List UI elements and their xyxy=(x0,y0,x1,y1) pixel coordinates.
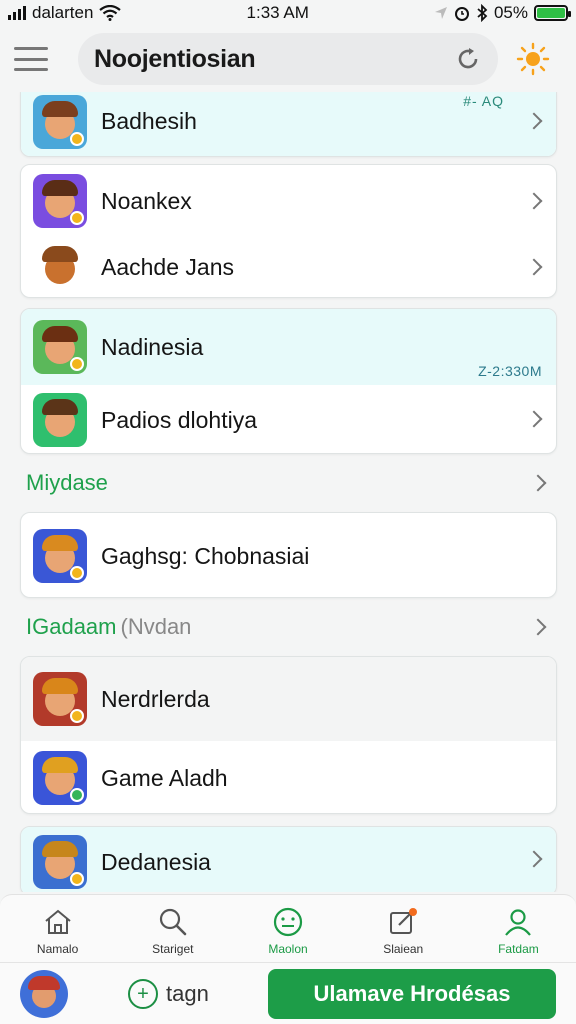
item-label: Badhesih xyxy=(101,108,197,134)
search-bar[interactable]: Noojentiosian xyxy=(78,33,498,85)
menu-icon[interactable] xyxy=(14,47,48,71)
item-label: Noankex xyxy=(101,187,192,214)
item-label: Nerdrlerda xyxy=(101,685,210,712)
section-subtitle: (Nvdan xyxy=(120,614,192,639)
tab-home[interactable]: Namalo xyxy=(0,895,115,962)
game-avatar-icon xyxy=(33,529,87,583)
profile-icon xyxy=(505,909,532,936)
primary-cta-button[interactable]: Ulamave Hrodésas xyxy=(268,968,556,1019)
item-label: Gaghsg: Chobnasiai xyxy=(101,542,310,569)
tag-label: tagn xyxy=(166,980,209,1006)
section-header[interactable]: Miydase xyxy=(26,468,556,498)
search-icon xyxy=(159,908,187,936)
list-card: Badhesih #- AQ xyxy=(20,92,557,157)
app-header: Noojentiosian xyxy=(0,28,576,90)
user-avatar[interactable] xyxy=(20,969,68,1018)
tab-profile[interactable]: Fatdam xyxy=(461,895,576,962)
game-avatar-icon xyxy=(33,835,87,889)
battery-icon xyxy=(534,5,571,21)
list-card: Dedanesia xyxy=(20,826,557,892)
edit-icon xyxy=(390,908,418,934)
game-avatar-icon xyxy=(33,393,87,447)
list-card: Nadinesia Z-2:330M Padios dlohtiya xyxy=(20,308,557,454)
sun-icon[interactable] xyxy=(516,42,550,76)
item-meta: #- AQ xyxy=(463,93,504,109)
bottom-action-bar: + tagn Ulamave Hrodésas xyxy=(0,962,576,1024)
tab-label: Fatdam xyxy=(498,942,539,956)
item-label: Game Aladh xyxy=(101,764,228,791)
chevron-right-icon xyxy=(525,192,543,210)
chevron-right-icon xyxy=(525,258,543,276)
tab-search[interactable]: Stariget xyxy=(115,895,230,962)
tab-label: Maolon xyxy=(268,942,308,956)
item-label: Nadinesia xyxy=(101,333,204,360)
home-icon xyxy=(44,909,71,934)
game-avatar-icon xyxy=(33,174,87,228)
refresh-icon[interactable] xyxy=(454,45,482,73)
list-card: Noankex Aachde Jans xyxy=(20,164,557,298)
tab-games[interactable]: Maolon xyxy=(230,895,345,962)
list-item[interactable]: Dedanesia xyxy=(21,827,556,892)
battery-percent: 05% xyxy=(493,3,528,22)
bottom-nav: Namalo Stariget Maolon Slaiean Fatdam xyxy=(0,894,576,962)
game-avatar-icon xyxy=(33,672,87,726)
clock: 1:33 AM xyxy=(246,3,309,22)
signal-icon xyxy=(8,6,26,20)
game-list: Badhesih #- AQ Noankex Aachde Jans Nadin… xyxy=(0,92,576,892)
chevron-right-icon xyxy=(525,850,543,868)
item-label: Dedanesia xyxy=(101,848,211,875)
chevron-right-icon xyxy=(525,410,543,428)
alarm-icon xyxy=(454,7,469,21)
tag-button[interactable]: + tagn xyxy=(128,978,209,1009)
header-title: Noojentiosian xyxy=(94,44,256,73)
plus-icon: + xyxy=(128,978,158,1009)
list-card: Gaghsg: Chobnasiai xyxy=(20,512,557,598)
location-icon xyxy=(434,7,447,19)
list-item[interactable]: Gaghsg: Chobnasiai xyxy=(21,513,556,597)
section-header[interactable]: IGadaam (Nvdan xyxy=(26,612,556,642)
item-label: Aachde Jans xyxy=(101,253,234,280)
game-avatar-icon xyxy=(33,320,87,374)
list-item[interactable]: Game Aladh xyxy=(21,741,556,813)
list-item[interactable]: Nadinesia Z-2:330M xyxy=(21,309,556,385)
tab-label: Stariget xyxy=(152,942,194,956)
bluetooth-icon xyxy=(477,4,488,22)
tab-label: Namalo xyxy=(36,942,79,956)
item-label: Padios dlohtiya xyxy=(101,406,257,433)
list-item[interactable]: Badhesih #- AQ xyxy=(21,92,556,156)
list-card: Nerdrlerda Game Aladh xyxy=(20,656,557,814)
chevron-right-icon xyxy=(525,112,543,130)
game-avatar-icon xyxy=(33,751,87,805)
status-bar: dalarten 1:33 AM 05% xyxy=(0,0,576,26)
list-item[interactable]: Padios dlohtiya xyxy=(21,385,556,453)
section-title: IGadaam xyxy=(26,614,117,639)
section-title: Miydase xyxy=(26,470,108,495)
tab-edit[interactable]: Slaiean xyxy=(346,895,461,962)
list-item[interactable]: Nerdrlerda xyxy=(21,657,556,741)
item-meta: Z-2:330M xyxy=(478,363,542,379)
chevron-right-icon xyxy=(529,474,547,492)
wifi-icon xyxy=(99,5,122,21)
carrier-label: dalarten xyxy=(32,3,94,22)
game-avatar-icon xyxy=(33,240,87,294)
chevron-right-icon xyxy=(529,618,547,636)
smiley-icon xyxy=(273,907,303,937)
game-avatar-icon xyxy=(33,94,87,149)
tab-label: Slaiean xyxy=(383,942,424,956)
list-item[interactable]: Noankex xyxy=(21,165,556,237)
list-item[interactable]: Aachde Jans xyxy=(21,235,556,297)
